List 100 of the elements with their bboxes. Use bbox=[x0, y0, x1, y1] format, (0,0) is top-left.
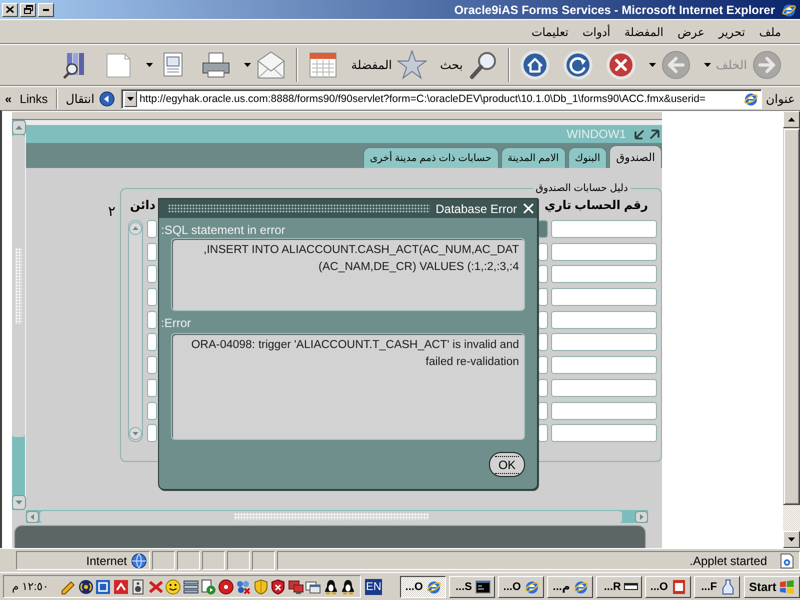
menu-item[interactable]: عرض bbox=[670, 24, 712, 40]
input-field[interactable] bbox=[147, 310, 157, 329]
minimize-button[interactable] bbox=[38, 2, 54, 16]
input-field[interactable] bbox=[538, 265, 548, 284]
taskbar-button[interactable]: ...F bbox=[694, 576, 740, 598]
input-field[interactable] bbox=[147, 356, 157, 374]
close-icon[interactable] bbox=[523, 203, 534, 214]
home-button[interactable] bbox=[518, 48, 552, 82]
square-icon[interactable] bbox=[95, 578, 111, 594]
input-field[interactable] bbox=[551, 265, 657, 284]
address-field[interactable]: http://egyhak.oracle.us.com:8888/forms90/f90servlet?form=C:\oracleDEV\product\10.1.0\Db_1\forms90\ACC.fmx&userid= bbox=[121, 88, 762, 108]
caret-icon[interactable] bbox=[146, 63, 154, 67]
down-arrow-icon[interactable] bbox=[783, 531, 800, 548]
input-field[interactable] bbox=[538, 333, 548, 352]
stack-icon[interactable] bbox=[182, 578, 198, 594]
figure-icon[interactable] bbox=[340, 578, 356, 594]
pencil-icon[interactable] bbox=[60, 578, 76, 594]
text-area[interactable]: ,INSERT INTO ALIACCOUNT.CASH_ACT(AC_NUM,AC_DAT (AC_NAM,DE_CR) VALUES (:1,:2,:3,:4 bbox=[171, 238, 525, 311]
tab[interactable]: الامم المدينة bbox=[500, 147, 566, 168]
form-window-title: WINDOW1 bbox=[566, 127, 626, 141]
language-indicator[interactable]: EN bbox=[365, 578, 382, 594]
input-field[interactable] bbox=[551, 220, 657, 238]
menu-item[interactable]: تعليمات bbox=[524, 24, 576, 40]
clock: ١٢:٥٠ م bbox=[11, 580, 49, 593]
menu-item[interactable]: أدوات bbox=[575, 24, 618, 40]
taskbar-button[interactable]: ...S bbox=[449, 576, 495, 598]
input-field[interactable] bbox=[538, 220, 548, 238]
input-field[interactable] bbox=[551, 288, 657, 306]
up-arrow-icon[interactable] bbox=[783, 111, 800, 128]
input-field[interactable] bbox=[538, 288, 548, 306]
menu-item[interactable]: المفضلة bbox=[617, 24, 670, 40]
figure-icon[interactable] bbox=[322, 578, 338, 594]
search-button[interactable]: بحث bbox=[438, 48, 500, 82]
input-field[interactable] bbox=[551, 424, 657, 442]
go-button[interactable]: انتقال bbox=[62, 90, 118, 106]
browser-icon bbox=[742, 90, 759, 106]
network-icon[interactable] bbox=[235, 578, 251, 594]
input-field[interactable] bbox=[147, 402, 157, 420]
input-field[interactable] bbox=[538, 378, 548, 397]
input-field[interactable] bbox=[538, 242, 548, 261]
console-icon bbox=[475, 578, 491, 594]
input-field[interactable] bbox=[538, 310, 548, 329]
stop-button[interactable] bbox=[604, 48, 638, 82]
taskbar-button[interactable]: ...م bbox=[547, 576, 593, 598]
input-field[interactable] bbox=[538, 424, 548, 442]
tab[interactable]: حسابات ذات ذمم مدينة أخرى bbox=[362, 147, 499, 168]
input-field[interactable] bbox=[147, 424, 157, 442]
input-field[interactable] bbox=[551, 402, 657, 420]
input-field[interactable] bbox=[147, 220, 157, 238]
browser-icon bbox=[426, 578, 442, 594]
taskbar-button[interactable]: ...R bbox=[596, 576, 642, 598]
taskbar-button[interactable]: ...O bbox=[498, 576, 544, 598]
input-field[interactable] bbox=[147, 378, 157, 397]
media-icon[interactable] bbox=[200, 578, 216, 594]
input-field[interactable] bbox=[538, 402, 548, 420]
arrows-icon[interactable] bbox=[112, 578, 128, 594]
maximize-icon[interactable] bbox=[649, 128, 660, 140]
chevron[interactable]: « bbox=[3, 92, 14, 106]
refresh-button[interactable] bbox=[560, 48, 595, 82]
tab[interactable]: الصندوق bbox=[609, 145, 662, 168]
tab[interactable]: البنوك bbox=[568, 147, 608, 168]
minimize-icon[interactable] bbox=[634, 128, 645, 140]
smiley-icon[interactable] bbox=[165, 578, 181, 594]
taskbar-button[interactable]: ...O bbox=[645, 576, 691, 598]
signal-icon[interactable] bbox=[78, 578, 94, 594]
input-field[interactable] bbox=[551, 378, 657, 397]
input-field[interactable] bbox=[147, 288, 157, 306]
input-field[interactable] bbox=[551, 333, 657, 352]
text-area[interactable]: ORA-04098: trigger 'ALIACCOUNT.T_CASH_ACT' is invalid and failed re-validation bbox=[171, 333, 525, 440]
disc-icon[interactable] bbox=[218, 578, 234, 594]
ok-button[interactable]: OK bbox=[489, 452, 525, 477]
speaker-icon[interactable] bbox=[130, 578, 146, 594]
restore-button[interactable] bbox=[20, 2, 36, 16]
caret-icon[interactable] bbox=[244, 63, 252, 67]
input-field[interactable] bbox=[147, 242, 157, 261]
title-bar-grip[interactable] bbox=[168, 204, 430, 213]
printer-icon bbox=[201, 50, 232, 80]
shield-icon[interactable] bbox=[270, 578, 286, 594]
menu-item[interactable]: تحرير bbox=[712, 24, 752, 40]
favorites-button[interactable]: المفضلة bbox=[349, 48, 429, 82]
field-label: :Error bbox=[161, 316, 191, 331]
scrollbar-thumb[interactable] bbox=[12, 135, 25, 437]
dropdown-button[interactable] bbox=[124, 90, 138, 106]
input-field[interactable] bbox=[147, 265, 157, 284]
status-pane bbox=[202, 551, 225, 570]
input-field[interactable] bbox=[147, 333, 157, 352]
cross-icon[interactable] bbox=[148, 578, 164, 594]
input-field[interactable] bbox=[551, 310, 657, 329]
taskbar-button[interactable]: ...O bbox=[400, 576, 446, 598]
menu-item[interactable]: ملف bbox=[752, 24, 788, 40]
window-icon[interactable] bbox=[305, 578, 321, 594]
input-field[interactable] bbox=[551, 356, 657, 374]
links-button[interactable]: Links bbox=[16, 92, 51, 106]
input-field[interactable] bbox=[551, 242, 657, 261]
column-header: تاري bbox=[544, 198, 572, 212]
input-field[interactable] bbox=[538, 356, 548, 374]
start-button[interactable]: Start bbox=[744, 576, 800, 598]
monitor-icon[interactable] bbox=[288, 578, 304, 594]
search-icon bbox=[468, 50, 498, 80]
close-button[interactable] bbox=[2, 2, 18, 16]
